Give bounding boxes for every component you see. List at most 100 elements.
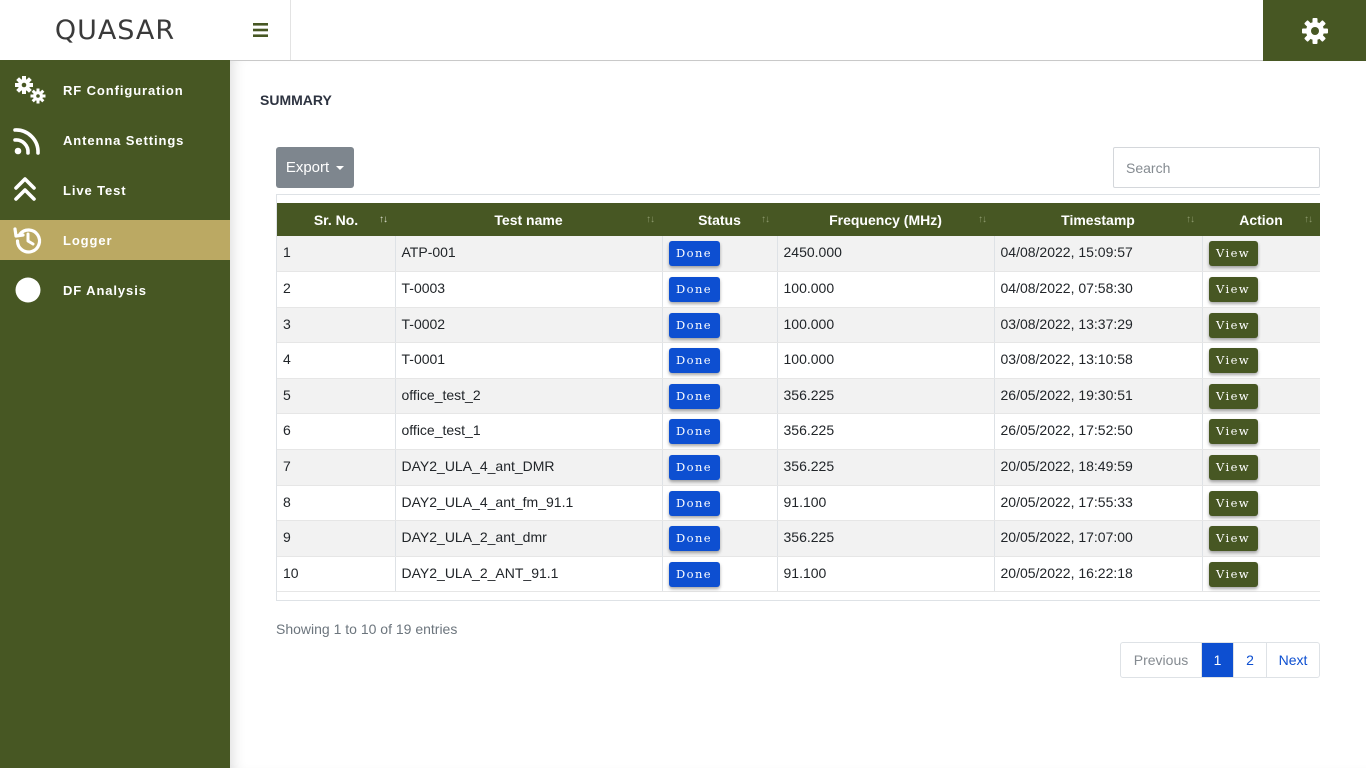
cell-frequency: 2450.000: [776, 236, 994, 273]
view-button[interactable]: View: [1208, 490, 1258, 516]
sidebar-item-antenna-settings[interactable]: Antenna Settings: [0, 120, 230, 160]
cell-timestamp: 20/05/2022, 17:07:00: [993, 520, 1202, 557]
top-bar: [230, 0, 1366, 61]
cell-frequency: 356.225: [776, 378, 994, 415]
cell-frequency: 91.100: [776, 556, 994, 593]
sidebar-item-label: Logger: [63, 232, 113, 248]
view-button[interactable]: View: [1208, 241, 1258, 266]
cell-sr-no: 6: [277, 413, 395, 451]
cell-test-name: office_test_2: [394, 378, 662, 415]
cell-sr-no: 1: [277, 236, 395, 273]
table-body: 1 ATP-001 Done 2450.000 04/08/2022, 15:09:57…: [277, 236, 1320, 593]
sidebar-item-rf-configuration[interactable]: RF Configuration: [0, 70, 230, 110]
search-input[interactable]: [1113, 147, 1320, 188]
menu-toggle-button[interactable]: [230, 0, 291, 60]
pagination-page-1[interactable]: 1: [1201, 643, 1233, 677]
view-button[interactable]: View: [1208, 455, 1258, 481]
sidebar-item-label: DF Analysis: [63, 282, 147, 298]
cell-sr-no: 7: [277, 449, 395, 486]
status-badge: Done: [668, 490, 720, 516]
cell-timestamp: 26/05/2022, 19:30:51: [993, 378, 1202, 415]
view-button[interactable]: View: [1208, 312, 1258, 338]
cell-status: Done: [661, 413, 777, 451]
gears-icon: [13, 75, 47, 105]
cell-status: Done: [661, 556, 777, 593]
table-row: 7 DAY2_ULA_4_ant_DMR Done 356.225 20/05/2022…: [277, 449, 1320, 486]
cell-frequency: 356.225: [776, 413, 994, 451]
column-header-status[interactable]: Status ↑↓: [662, 203, 777, 236]
cell-action: View: [1201, 271, 1320, 308]
status-badge: Done: [668, 383, 720, 409]
column-header-sr-no[interactable]: Sr. No. ↑↓: [277, 203, 395, 236]
cell-sr-no: 8: [277, 485, 395, 522]
cell-sr-no: 2: [277, 271, 395, 308]
cell-action: View: [1201, 449, 1320, 486]
sort-icon: ↑↓: [379, 214, 388, 225]
view-button[interactable]: View: [1208, 348, 1258, 374]
sidebar-item-label: Live Test: [63, 182, 127, 198]
column-header-timestamp[interactable]: Timestamp ↑↓: [994, 203, 1202, 236]
pagination-next[interactable]: Next: [1266, 643, 1319, 677]
cell-sr-no: 4: [277, 342, 395, 379]
status-badge: Done: [668, 241, 720, 266]
sidebar-item-live-test[interactable]: Live Test: [0, 170, 230, 210]
view-button[interactable]: View: [1208, 383, 1258, 409]
cell-status: Done: [661, 307, 777, 344]
summary-table: Sr. No. ↑↓ Test name ↑↓ Status ↑↓ Frequency…: [277, 203, 1320, 593]
cell-status: Done: [661, 378, 777, 415]
status-badge: Done: [668, 312, 720, 338]
settings-button[interactable]: [1263, 0, 1366, 61]
cell-status: Done: [661, 485, 777, 522]
cell-test-name: DAY2_ULA_4_ant_DMR: [394, 449, 662, 486]
cell-action: View: [1201, 413, 1320, 451]
status-badge: Done: [668, 348, 720, 374]
column-header-test-name[interactable]: Test name ↑↓: [395, 203, 662, 236]
sidebar-item-logger[interactable]: Logger: [0, 220, 230, 260]
pagination: Previous 1 2 Next: [1120, 642, 1320, 678]
cell-sr-no: 9: [277, 520, 395, 557]
logo: QUASAR: [0, 0, 230, 60]
pagination-previous[interactable]: Previous: [1121, 643, 1201, 677]
column-header-frequency[interactable]: Frequency (MHz) ↑↓: [777, 203, 994, 236]
circle-icon: [13, 275, 47, 305]
sort-icon: ↑↓: [978, 214, 987, 225]
cell-frequency: 91.100: [776, 485, 994, 522]
history-icon: [13, 225, 47, 255]
cell-timestamp: 20/05/2022, 17:55:33: [993, 485, 1202, 522]
table-header-row: Sr. No. ↑↓ Test name ↑↓ Status ↑↓ Frequency…: [277, 203, 1320, 236]
view-button[interactable]: View: [1208, 277, 1258, 303]
cell-timestamp: 20/05/2022, 16:22:18: [993, 556, 1202, 593]
cell-test-name: DAY2_ULA_4_ant_fm_91.1: [394, 485, 662, 522]
view-button[interactable]: View: [1208, 419, 1258, 445]
cell-frequency: 100.000: [776, 342, 994, 379]
status-badge: Done: [668, 561, 720, 587]
export-button[interactable]: Export: [276, 147, 354, 188]
cell-test-name: T-0001: [394, 342, 662, 379]
cell-timestamp: 03/08/2022, 13:37:29: [993, 307, 1202, 344]
sidebar-item-df-analysis[interactable]: DF Analysis: [0, 270, 230, 310]
pagination-page-2[interactable]: 2: [1233, 643, 1266, 677]
cell-timestamp: 26/05/2022, 17:52:50: [993, 413, 1202, 451]
cell-status: Done: [661, 271, 777, 308]
table-row: 9 DAY2_ULA_2_ant_dmr Done 356.225 20/05/2022…: [277, 520, 1320, 557]
sidebar: RF Configuration Antenna Settings Live T…: [0, 60, 230, 768]
cell-timestamp: 20/05/2022, 18:49:59: [993, 449, 1202, 486]
table-row: 2 T-0003 Done 100.000 04/08/2022, 07:58:30 Vi…: [277, 271, 1320, 308]
double-chevron-up-icon: [13, 175, 47, 205]
cell-timestamp: 04/08/2022, 15:09:57: [993, 236, 1202, 273]
sort-icon: ↑↓: [1186, 214, 1195, 225]
cell-frequency: 100.000: [776, 271, 994, 308]
view-button[interactable]: View: [1208, 561, 1258, 587]
cell-test-name: office_test_1: [394, 413, 662, 451]
cell-timestamp: 03/08/2022, 13:10:58: [993, 342, 1202, 379]
view-button[interactable]: View: [1208, 526, 1258, 552]
status-badge: Done: [668, 455, 720, 481]
cell-action: View: [1201, 556, 1320, 593]
status-badge: Done: [668, 526, 720, 552]
table-row: 5 office_test_2 Done 356.225 26/05/2022, 19:…: [277, 378, 1320, 415]
column-header-action[interactable]: Action ↑↓: [1202, 203, 1320, 236]
sort-icon: ↑↓: [1304, 214, 1313, 225]
table-row: 4 T-0001 Done 100.000 03/08/2022, 13:10:58 Vi…: [277, 342, 1320, 379]
cell-timestamp: 04/08/2022, 07:58:30: [993, 271, 1202, 308]
status-badge: Done: [668, 419, 720, 445]
